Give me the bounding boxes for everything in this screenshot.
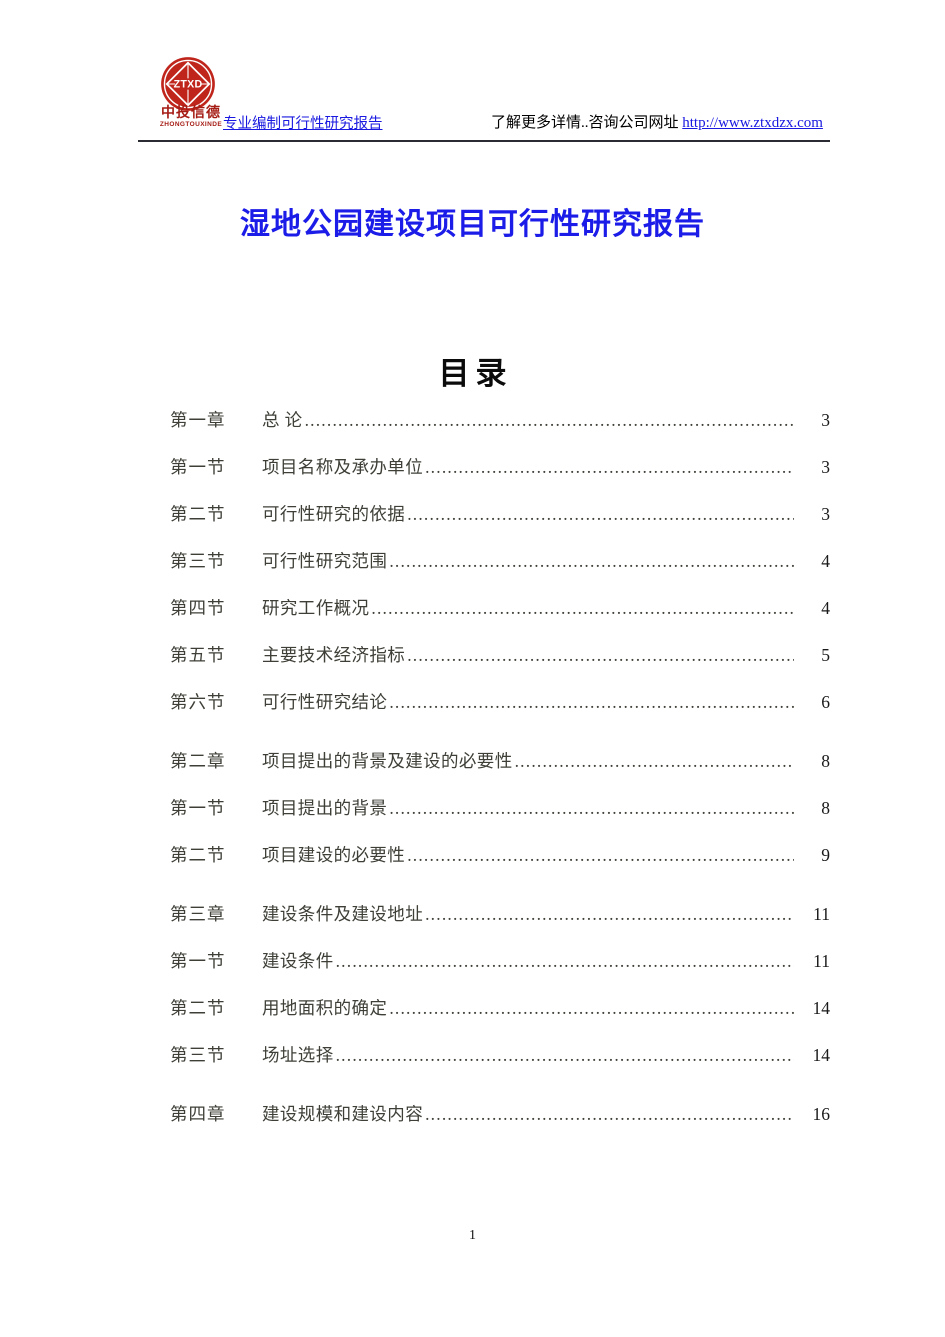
toc-leader-dots <box>425 457 794 475</box>
toc-entry[interactable]: 第四章 建设规模和建设内容 16 <box>170 1101 830 1148</box>
toc-entry-page: 11 <box>813 951 830 971</box>
toc-entry[interactable]: 第三节 可行性研究范围 4 <box>170 548 830 595</box>
toc-entry[interactable]: 第五节 主要技术经济指标 5 <box>170 642 830 689</box>
toc-entry-label: 项目提出的背景 <box>262 798 388 818</box>
table-of-contents: 第一章总 论 3第一节项目名称及承办单位3第二节可行性研究的依据3第三节可行性研… <box>170 407 830 1148</box>
toc-entry-page: 4 <box>821 551 830 571</box>
toc-entry-page: 8 <box>821 751 830 771</box>
toc-entry-label: 项目名称及承办单位 <box>262 457 424 477</box>
toc-entry[interactable]: 第二节 项目建设的必要性 9 <box>170 842 830 889</box>
toc-entry[interactable]: 第二节 用地面积的确定 14 <box>170 995 830 1042</box>
logo-company-name-en: ZHONGTOUXINDE <box>159 121 223 128</box>
toc-leader-dots <box>407 645 794 663</box>
header-contact: 了解更多详情..咨询公司网址 http://www.ztxdzx.com <box>491 111 827 132</box>
toc-entry-number: 第五节 <box>170 645 226 665</box>
toc-entry-label: 场址选择 <box>262 1045 334 1065</box>
toc-entry-label: 主要技术经济指标 <box>262 645 406 665</box>
toc-entry-label: 建设条件及建设地址 <box>262 904 424 924</box>
toc-leader-dots <box>425 1104 794 1122</box>
toc-entry-label: 用地面积的确定 <box>262 998 388 1018</box>
toc-entry-page: 8 <box>821 798 830 818</box>
toc-leader-dots <box>389 692 794 710</box>
toc-entry-page: 6 <box>821 692 830 712</box>
toc-leader-dots <box>389 798 794 816</box>
toc-entry-page: 3 <box>821 457 830 477</box>
toc-entry-number: 第三节 <box>170 1045 226 1065</box>
toc-entry-page: 14 <box>812 998 831 1018</box>
company-website-link[interactable]: http://www.ztxdzx.com <box>682 115 827 131</box>
toc-entry-page: 11 <box>813 904 830 924</box>
toc-entry[interactable]: 第三章 建设条件及建设地址 11 <box>170 901 830 948</box>
toc-entry[interactable]: 第三节 场址选择 14 <box>170 1042 830 1089</box>
company-logo: ZTXD 中投信德 ZHONGTOUXINDE <box>152 56 230 136</box>
toc-entry-label: 项目建设的必要性 <box>262 845 406 865</box>
header-tagline: 专业编制可行性研究报告 <box>223 116 383 132</box>
page-number: 1 <box>469 1228 476 1243</box>
toc-entry[interactable]: 第六节 可行性研究结论 6 <box>170 689 830 736</box>
ztxd-emblem-icon: ZTXD <box>161 57 215 111</box>
toc-leader-dots <box>407 845 794 863</box>
toc-entry-label: 研究工作概况 <box>262 598 370 618</box>
toc-leader-dots <box>425 904 794 922</box>
toc-entry[interactable]: 第一节 项目提出的背景 8 <box>170 795 830 842</box>
toc-leader-dots <box>389 551 794 569</box>
toc-entry[interactable]: 第二章 项目提出的背景及建设的必要性 8 <box>170 748 830 795</box>
document-title: 湿地公园建设项目可行性研究报告 <box>240 208 705 241</box>
toc-entry[interactable]: 第四节 研究工作概况 4 <box>170 595 830 642</box>
toc-entry-page: 4 <box>821 598 830 618</box>
toc-entry-page: 5 <box>821 645 830 665</box>
toc-entry[interactable]: 第一节 建设条件 11 <box>170 948 830 995</box>
toc-heading: 目录 <box>438 356 513 391</box>
toc-leader-dots <box>515 751 794 769</box>
toc-entry-page: 3 <box>821 504 830 524</box>
toc-entry-number: 第二章 <box>170 751 226 771</box>
toc-entry[interactable]: 第二节 可行性研究的依据 3 <box>170 501 830 548</box>
toc-entry-label: 可行性研究范围 <box>262 551 388 571</box>
toc-entry-number: 第一章 <box>170 410 226 430</box>
toc-entry-page: 3 <box>821 410 830 430</box>
toc-leader-dots <box>305 410 794 428</box>
toc-entry-number: 第二节 <box>170 998 226 1018</box>
toc-entry-label: 可行性研究结论 <box>262 692 388 712</box>
toc-leader-dots <box>389 998 794 1016</box>
toc-entry-number: 第四章 <box>170 1104 226 1124</box>
toc-entry-number: 第三章 <box>170 904 226 924</box>
toc-entry-page: 16 <box>812 1104 831 1124</box>
toc-entry-number: 第三节 <box>170 551 226 571</box>
toc-entry-page: 14 <box>812 1045 831 1065</box>
toc-leader-dots <box>407 504 794 522</box>
toc-entry-number: 第一节 <box>170 798 226 818</box>
toc-entry-number: 第四节 <box>170 598 226 618</box>
toc-entry-number: 第一节 <box>170 457 226 477</box>
header-divider <box>138 140 830 142</box>
header-contact-prefix: 了解更多详情..咨询公司网址 <box>491 115 679 131</box>
toc-entry-page: 9 <box>821 845 830 865</box>
toc-entry-label: 总 论 <box>262 410 303 430</box>
toc-entry-number: 第二节 <box>170 504 226 524</box>
toc-entry-number: 第二节 <box>170 845 226 865</box>
svg-text:ZTXD: ZTXD <box>174 78 203 90</box>
logo-company-name-cn: 中投信德 <box>161 106 221 121</box>
toc-leader-dots <box>371 598 794 616</box>
page-header: ZTXD 中投信德 ZHONGTOUXINDE 专业编制可行性研究报告 了解更多… <box>0 0 945 150</box>
toc-entry-number: 第六节 <box>170 692 226 712</box>
toc-leader-dots <box>336 1045 794 1063</box>
toc-entry-label: 项目提出的背景及建设的必要性 <box>262 751 513 771</box>
toc-entry[interactable]: 第一节 项目名称及承办单位 3 <box>170 454 830 501</box>
toc-entry-label: 建设规模和建设内容 <box>262 1104 424 1124</box>
toc-entry-number: 第一节 <box>170 951 226 971</box>
toc-entry[interactable]: 第一章 总 论 3 <box>170 407 830 454</box>
toc-leader-dots <box>336 951 794 969</box>
toc-entry-label: 建设条件 <box>262 951 334 971</box>
toc-entry-label: 可行性研究的依据 <box>262 504 406 524</box>
